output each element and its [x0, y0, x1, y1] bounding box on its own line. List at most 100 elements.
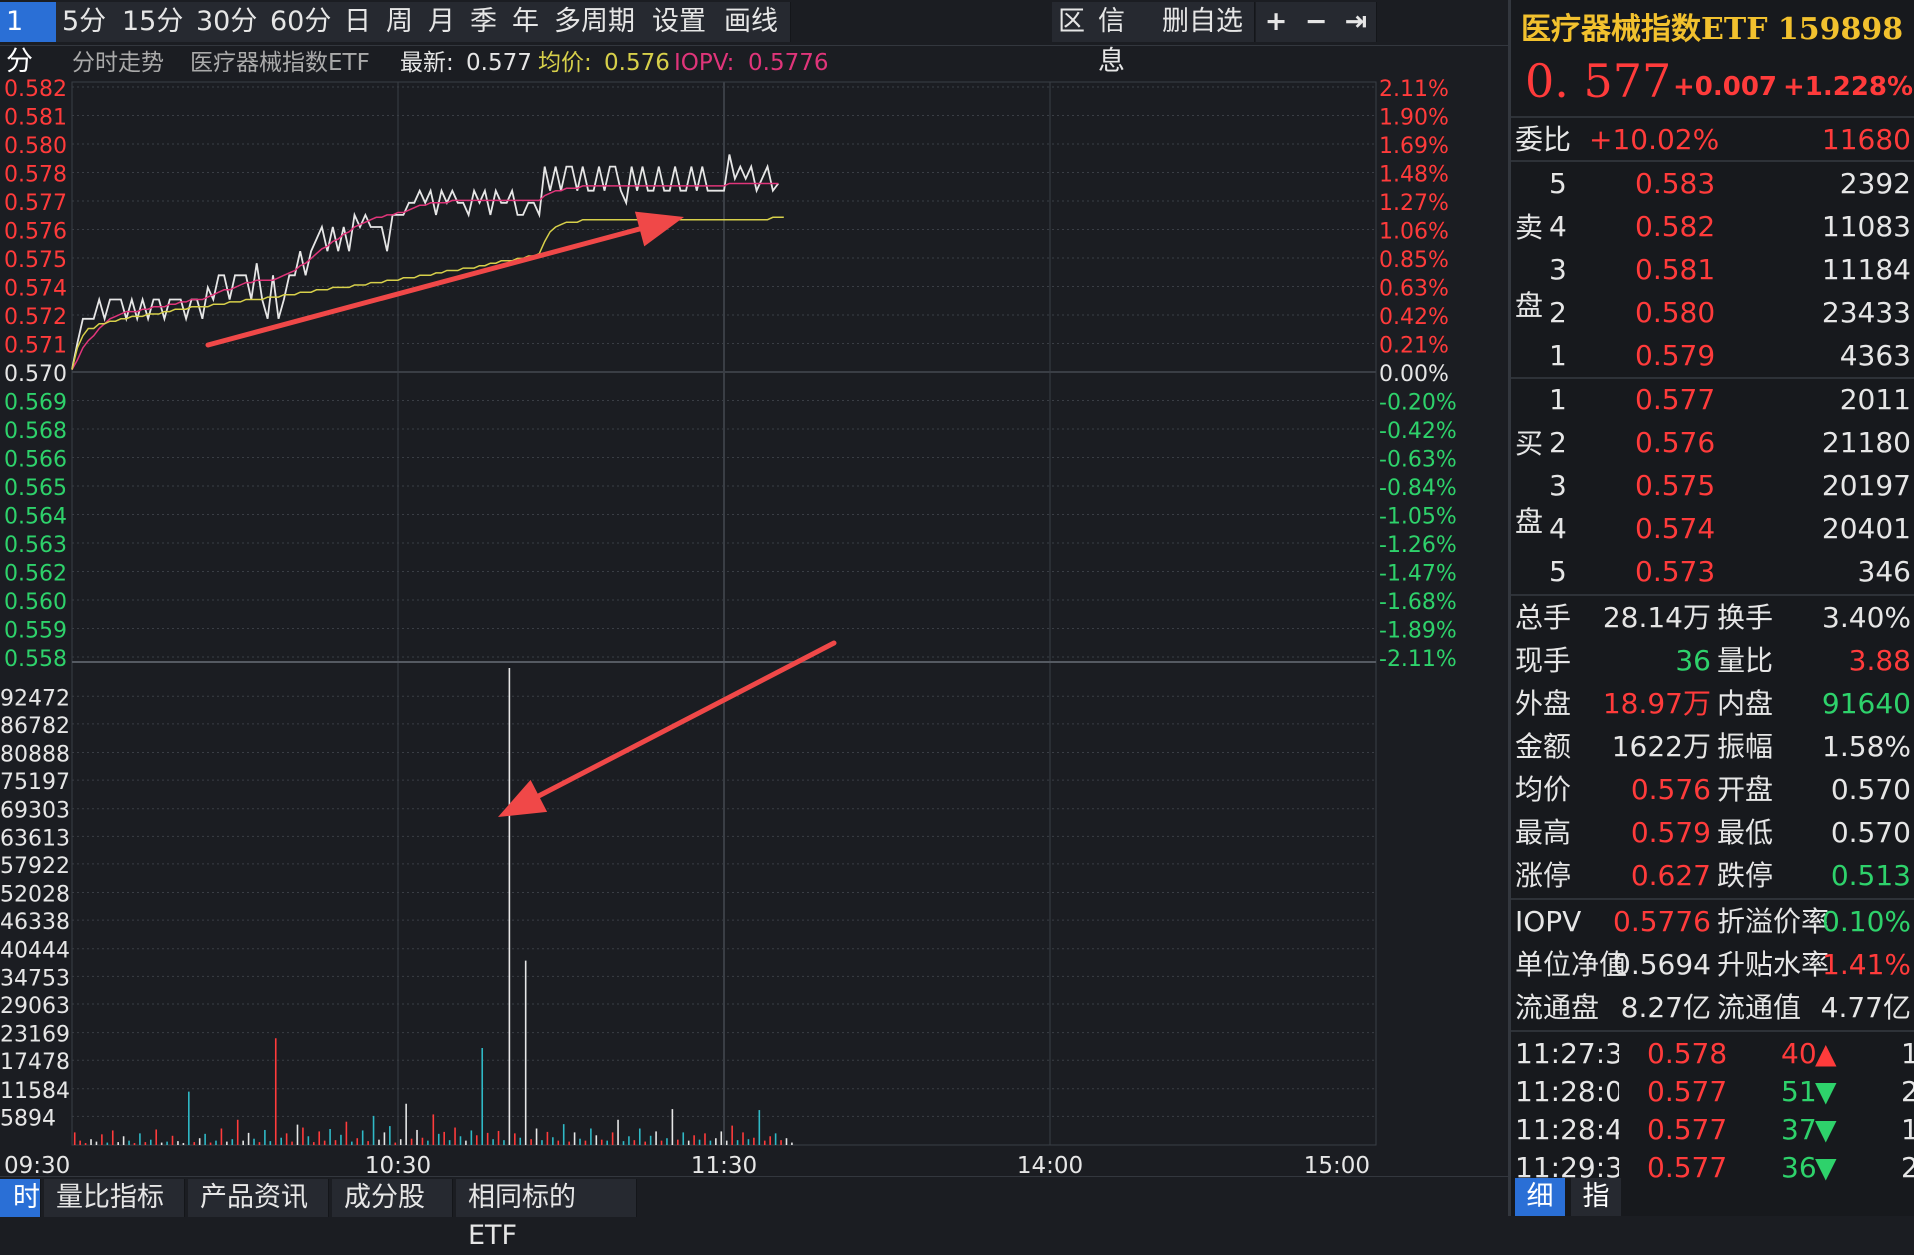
- volume-tick-label: 86782: [0, 714, 70, 739]
- volume-tick-label: 34753: [0, 966, 70, 991]
- stat-value: 4.77亿: [1820, 991, 1911, 1024]
- period-tab-4[interactable]: 60分: [264, 2, 339, 42]
- plus-icon[interactable]: +: [1256, 2, 1297, 42]
- level-num: 3: [1549, 253, 1567, 286]
- trade-time: 11:28:00: [1515, 1075, 1619, 1108]
- level-price: 0.573: [1635, 555, 1716, 588]
- trade-time: 11:27:39: [1515, 1037, 1619, 1070]
- bottom-tab-1[interactable]: 量比指标: [44, 1179, 185, 1217]
- level-volume: 2011: [1839, 383, 1911, 416]
- stat-label: 内盘: [1717, 687, 1774, 720]
- divider: [1511, 1030, 1914, 1032]
- buy-label: 盘: [1515, 505, 1544, 538]
- period-tab-3[interactable]: 30分: [190, 2, 265, 42]
- toolbar-right-0[interactable]: 区: [1052, 2, 1093, 42]
- sidebar-tabs: 细指: [1511, 1176, 1914, 1216]
- stat-label: 折溢价率: [1717, 905, 1830, 938]
- stat-value: 8.27亿: [1620, 991, 1711, 1024]
- period-tab-10[interactable]: 多周期: [548, 2, 647, 42]
- time-axis-label: 10:30: [365, 1153, 431, 1175]
- price-change-pct: +1.228%: [1783, 72, 1914, 102]
- price-tick-label: 0.575: [4, 248, 67, 273]
- iopv-value: 0.5776: [748, 50, 828, 76]
- stat-row: 单位净值 0.5694 升贴水率 1.41%: [1511, 945, 1914, 985]
- period-tab-9[interactable]: 年: [506, 2, 549, 42]
- trade-count: 1: [1901, 1113, 1914, 1146]
- stat-label: 最低: [1717, 816, 1774, 849]
- stat-row: 金额 1622万 振幅 1.58%: [1511, 727, 1914, 767]
- level-volume: 346: [1857, 555, 1911, 588]
- sell-side-label: 卖: [1515, 208, 1555, 248]
- webi-pct: +10.02%: [1589, 123, 1720, 156]
- latest-label: 最新:: [400, 50, 454, 76]
- toolbar-right-2[interactable]: 删自选: [1156, 2, 1255, 42]
- price-tick-label: 0.576: [4, 220, 67, 245]
- price-tick-label: 0.581: [4, 106, 67, 131]
- stat-value: 36: [1675, 644, 1711, 677]
- stat-value: 1.58%: [1822, 730, 1911, 763]
- sell-level-2: 2 0.580 23433: [1511, 293, 1914, 333]
- collapse-right-icon[interactable]: ⇥: [1336, 2, 1377, 42]
- sell-level-5: 5 0.583 2392: [1511, 164, 1914, 204]
- stat-value: 3.40%: [1822, 601, 1911, 634]
- period-tab-11[interactable]: 设置: [646, 2, 719, 42]
- buy-level-4: 4 0.574 20401: [1511, 509, 1914, 549]
- volume-tick-label: 5894: [0, 1106, 56, 1131]
- pct-tick-label: 1.06%: [1379, 220, 1449, 245]
- period-tab-1[interactable]: 5分: [56, 2, 117, 42]
- stat-value: 0.5776: [1613, 905, 1711, 938]
- period-tab-12[interactable]: 画线: [718, 2, 791, 42]
- bottom-tab-0[interactable]: 时量: [0, 1179, 41, 1217]
- level-num: 5: [1549, 167, 1567, 200]
- bottom-tab-2[interactable]: 产品资讯: [188, 1179, 329, 1217]
- stat-row: 流通盘 8.27亿 流通值 4.77亿: [1511, 988, 1914, 1028]
- pct-tick-label: 1.48%: [1379, 163, 1449, 188]
- bottom-tab-3[interactable]: 成分股: [332, 1179, 453, 1217]
- price-tick-label: 0.570: [4, 362, 67, 387]
- toolbar-right-1[interactable]: 信息: [1092, 2, 1157, 77]
- volume-tick-label: 52028: [0, 883, 70, 908]
- pct-tick-label: 0.85%: [1379, 248, 1449, 273]
- period-tab-8[interactable]: 季: [464, 2, 507, 42]
- volume-tick-label: 92472: [0, 686, 70, 711]
- pct-tick-label: -0.20%: [1379, 391, 1457, 416]
- stat-value: 0.570: [1830, 816, 1911, 849]
- stat-label: 流通盘: [1515, 991, 1600, 1024]
- stat-row: IOPV 0.5776 折溢价率 0.10%: [1511, 902, 1914, 942]
- trade-count: 1: [1901, 1037, 1914, 1070]
- divider: [1511, 898, 1914, 900]
- last-price: 0. 577: [1525, 54, 1672, 108]
- level-volume: 23433: [1821, 296, 1911, 329]
- sidebar-tab-1[interactable]: 指: [1571, 1178, 1621, 1216]
- period-tab-6[interactable]: 周: [380, 2, 423, 42]
- level-price: 0.580: [1635, 296, 1716, 329]
- annotation-arrow-up-head: [634, 211, 684, 247]
- period-tab-7[interactable]: 月: [422, 2, 465, 42]
- price-tick-label: 0.568: [4, 419, 67, 444]
- price-tick-label: 0.563: [4, 533, 67, 558]
- bottom-tab-4[interactable]: 相同标的ETF: [456, 1179, 637, 1251]
- price-tick-label: 0.565: [4, 476, 67, 501]
- pct-tick-label: 0.00%: [1379, 362, 1449, 387]
- pct-tick-label: 2.11%: [1379, 77, 1449, 102]
- stat-row: 均价 0.576 开盘 0.570: [1511, 770, 1914, 810]
- pct-tick-label: -0.84%: [1379, 476, 1457, 501]
- webi-row: 委比 +10.02% 11680: [1511, 120, 1914, 160]
- stat-label: 总手: [1515, 601, 1572, 634]
- sell-level-1: 1 0.579 4363: [1511, 336, 1914, 376]
- period-tab-0[interactable]: 1分: [0, 2, 57, 77]
- level-num: 3: [1549, 469, 1567, 502]
- divider: [1511, 594, 1914, 596]
- period-tab-5[interactable]: 日: [338, 2, 381, 42]
- sidebar-tab-0[interactable]: 细: [1515, 1178, 1565, 1216]
- price-tick-label: 0.574: [4, 277, 67, 302]
- minus-icon[interactable]: −: [1296, 2, 1337, 42]
- pct-tick-label: 0.42%: [1379, 305, 1449, 330]
- volume-tick-label: 80888: [0, 742, 70, 767]
- period-tab-2[interactable]: 15分: [116, 2, 191, 42]
- sell-level-4: 4 0.582 11083: [1511, 207, 1914, 247]
- iopv-label: IOPV:: [674, 50, 734, 76]
- trade-price: 0.578: [1647, 1037, 1728, 1070]
- intraday-chart[interactable]: 分时走势 医疗器械指数ETF 最新: 0.577 均价: 0.576 IOPV: 0.5776…: [0, 45, 1508, 1175]
- stat-value: 0.10%: [1822, 905, 1911, 938]
